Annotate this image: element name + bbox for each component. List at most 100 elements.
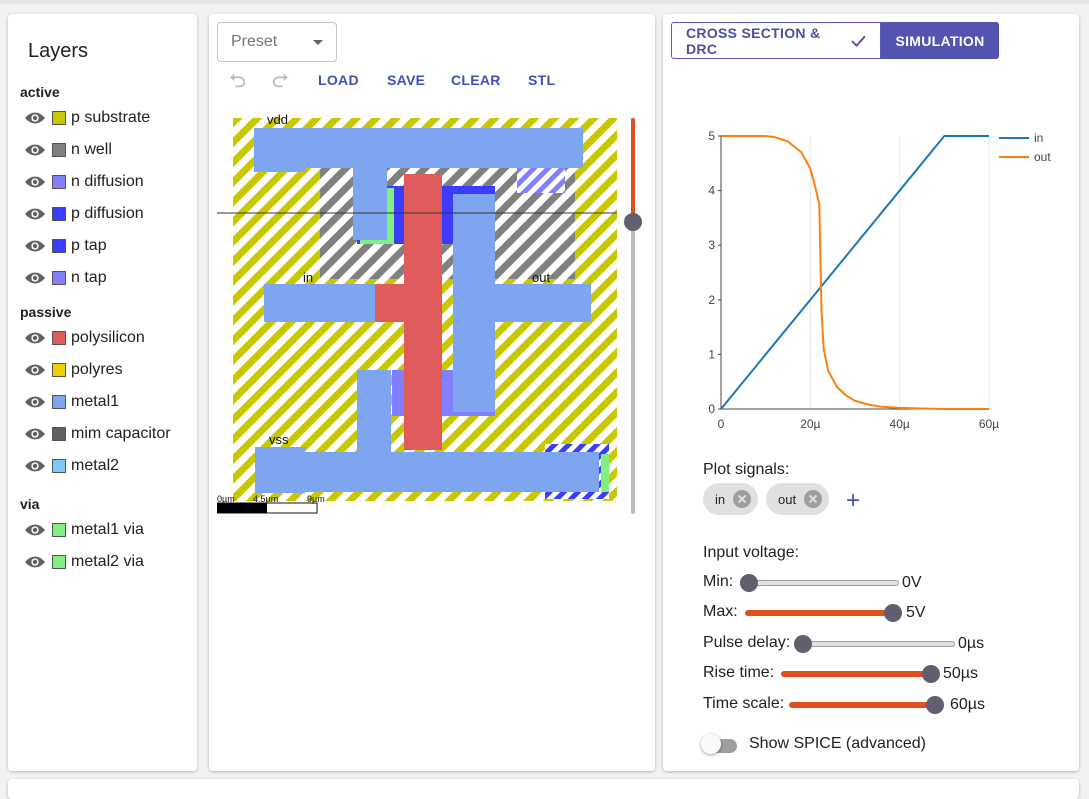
y-tick-label: 4 (708, 184, 715, 198)
metal1-nmos-source (357, 370, 391, 460)
slider-thumb[interactable] (794, 635, 812, 653)
layer-name: metal2 (71, 457, 120, 474)
layer-name: n tap (71, 269, 107, 286)
slider-label: Time scale: (703, 695, 785, 712)
eye-icon[interactable] (24, 238, 46, 254)
layer-row-metal1-via[interactable]: metal1 via (24, 518, 144, 542)
spice-toggle[interactable] (701, 734, 721, 754)
metal1-vdd-tab (254, 128, 306, 172)
tab-cross-section-drc[interactable]: CROSS SECTION & DRC (671, 22, 881, 59)
layer-row-p-substrate[interactable]: p substrate (24, 106, 150, 130)
slider-thumb[interactable] (922, 665, 940, 683)
metal1-pmos-source (353, 164, 387, 240)
eye-icon[interactable] (24, 142, 46, 158)
eye-icon[interactable] (24, 110, 46, 126)
stl-button[interactable]: STL (528, 72, 555, 88)
layer-row-metal2[interactable]: metal2 (24, 454, 119, 478)
chart-series (720, 135, 989, 410)
layer-row-metal2-via[interactable]: metal2 via (24, 550, 144, 574)
signal-chip-out[interactable]: out (766, 483, 830, 515)
layer-row-n-tap[interactable]: n tap (24, 266, 107, 290)
slider-value: 60µs (950, 696, 986, 713)
layer-color-swatch (52, 175, 66, 189)
eye-icon[interactable] (24, 554, 46, 570)
chevron-down-icon (313, 40, 323, 45)
legend-label-out: out (1034, 150, 1051, 164)
slider-label: Pulse delay: (703, 634, 791, 651)
load-button[interactable]: LOAD (318, 72, 359, 88)
eye-icon[interactable] (24, 206, 46, 222)
cross-section-slider-thumb[interactable] (624, 213, 642, 231)
chart-axes: 0 20µ 40µ 60µ 0 1 2 3 4 5 (708, 129, 999, 431)
layer-row-n-well[interactable]: n well (24, 138, 112, 162)
layer-group-via: via (20, 496, 40, 512)
add-signal-icon[interactable]: + (846, 487, 860, 515)
eye-icon[interactable] (24, 522, 46, 538)
scale-bar-black (217, 503, 267, 513)
eye-icon[interactable] (24, 426, 46, 442)
scale-label-2: 9µm (307, 494, 325, 504)
spice-toggle-label: Show SPICE (advanced) (749, 735, 926, 752)
metal1-via-tap (601, 454, 609, 492)
eye-icon[interactable] (24, 362, 46, 378)
preset-select-value: Preset (231, 33, 278, 50)
slider-thumb[interactable] (740, 574, 758, 592)
layer-color-swatch (52, 271, 66, 285)
layer-row-metal1[interactable]: metal1 (24, 390, 119, 414)
eye-icon[interactable] (24, 394, 46, 410)
slider-track[interactable] (745, 610, 893, 616)
layout-canvas[interactable]: vdd in out vss 0µm 4.5µm 9µm (217, 114, 647, 534)
label-vdd: vdd (267, 114, 288, 127)
eye-icon[interactable] (24, 270, 46, 286)
label-in: in (303, 270, 313, 285)
layer-color-swatch (52, 427, 66, 441)
layer-row-n-diffusion[interactable]: n diffusion (24, 170, 144, 194)
layer-color-swatch (52, 331, 66, 345)
eye-icon[interactable] (24, 458, 46, 474)
preset-select[interactable]: Preset (217, 22, 337, 62)
layer-name: p diffusion (71, 205, 144, 222)
layer-name: polyres (71, 361, 123, 378)
cross-section-slider-track-filled (631, 118, 635, 222)
signal-chip-label: in (715, 491, 726, 507)
save-button[interactable]: SAVE (387, 72, 425, 88)
layer-group-passive: passive (20, 304, 72, 320)
y-tick-label: 1 (708, 347, 715, 361)
slider-track[interactable] (803, 641, 955, 647)
layers-panel: Layers active p substrate n well n diffusio… (8, 14, 197, 771)
signal-chip-in[interactable]: in (703, 483, 759, 515)
layer-color-swatch (52, 459, 66, 473)
layer-name: mim capacitor (71, 425, 171, 442)
layer-row-mim-capacitor[interactable]: mim capacitor (24, 422, 171, 446)
tab-simulation[interactable]: SIMULATION (881, 22, 999, 59)
check-icon (851, 35, 866, 47)
undo-icon[interactable] (226, 72, 248, 90)
cross-section-slider-track (631, 222, 635, 514)
scale-label-0: 0µm (217, 494, 235, 504)
metal1-output (453, 284, 591, 322)
slider-track[interactable] (789, 702, 935, 708)
y-tick-label: 2 (708, 293, 715, 307)
legend-label-in: in (1034, 131, 1043, 145)
remove-signal-icon[interactable] (804, 490, 823, 508)
layer-row-p-diffusion[interactable]: p diffusion (24, 202, 144, 226)
slider-track[interactable] (781, 671, 931, 677)
clear-button[interactable]: CLEAR (451, 72, 501, 88)
layer-name: metal2 via (71, 553, 144, 570)
eye-icon[interactable] (24, 330, 46, 346)
x-tick-label: 60µ (979, 417, 999, 431)
remove-signal-icon[interactable] (733, 490, 752, 508)
slider-thumb[interactable] (926, 696, 944, 714)
redo-icon[interactable] (270, 72, 292, 90)
y-tick-label: 3 (708, 238, 715, 252)
slider-thumb[interactable] (884, 604, 902, 622)
layer-row-polyres[interactable]: polyres (24, 358, 123, 382)
layer-name: metal1 via (71, 521, 144, 538)
slider-track[interactable] (749, 580, 899, 586)
eye-icon[interactable] (24, 174, 46, 190)
layer-row-polysilicon[interactable]: polysilicon (24, 326, 145, 350)
layer-name: n well (71, 141, 112, 158)
tab-cross-section-label: CROSS SECTION & DRC (686, 24, 821, 57)
layer-color-swatch (52, 523, 66, 537)
layer-row-p-tap[interactable]: p tap (24, 234, 107, 258)
